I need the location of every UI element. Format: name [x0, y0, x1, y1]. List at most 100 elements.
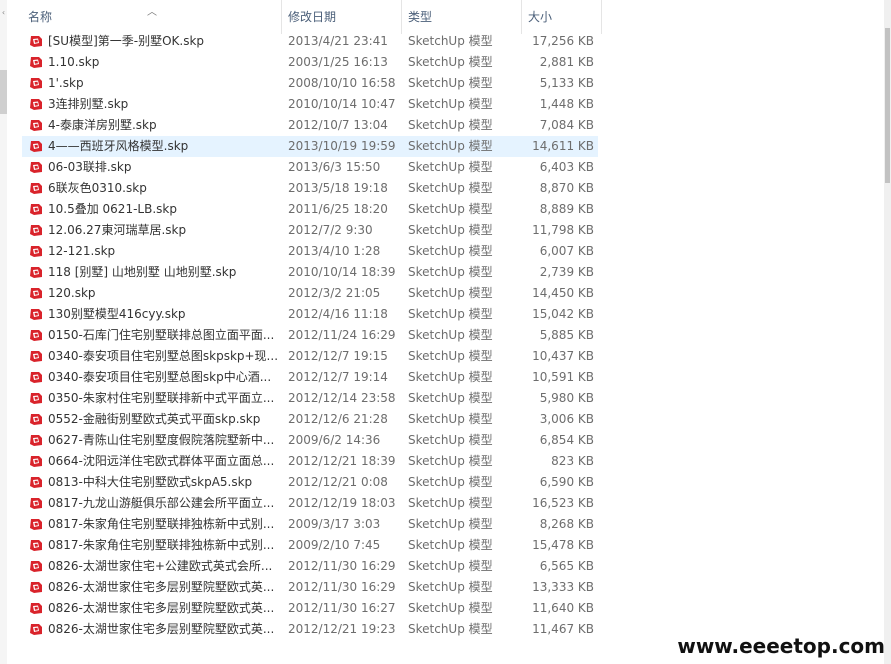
file-name[interactable]: 0340-泰安项目住宅别墅总图skpskp+现...: [48, 346, 280, 367]
file-type: SketchUp 模型: [408, 223, 493, 237]
file-row[interactable]: 0817-朱家角住宅别墅联排独栋新中式别... 2009/2/10 7:45 Ske…: [22, 535, 598, 556]
file-name[interactable]: 0826-太湖世家住宅多层别墅院墅欧式英...: [48, 619, 280, 640]
file-date: 2012/3/2 21:05: [288, 286, 381, 300]
file-row[interactable]: 0552-金融街别墅欧式英式平面skp.skp 2012/12/6 21:28 Sk…: [22, 409, 598, 430]
file-date: 2013/5/18 19:18: [288, 181, 388, 195]
file-name[interactable]: 0817-朱家角住宅别墅联排独栋新中式别...: [48, 535, 280, 556]
file-type: SketchUp 模型: [408, 328, 493, 342]
file-name[interactable]: 4——西班牙风格模型.skp: [48, 136, 280, 157]
file-name[interactable]: 118 [别墅] 山地别墅 山地别墅.skp: [48, 262, 280, 283]
file-name[interactable]: 0664-沈阳远洋住宅欧式群体平面立面总...: [48, 451, 280, 472]
file-name[interactable]: 4-泰康洋房别墅.skp: [48, 115, 280, 136]
sketchup-file-icon: [30, 393, 42, 404]
chevron-left-icon[interactable]: ‹: [0, 8, 7, 18]
file-name[interactable]: 0826-太湖世家住宅多层别墅院墅欧式英...: [48, 598, 280, 619]
file-row[interactable]: 0340-泰安项目住宅别墅总图skpskp+现... 2012/12/7 19:1…: [22, 346, 598, 367]
file-name[interactable]: 0817-朱家角住宅别墅联排独栋新中式别...: [48, 514, 280, 535]
file-size: 10,591 KB: [532, 370, 594, 384]
sketchup-file-icon: [30, 225, 42, 236]
sketchup-file-icon: [30, 603, 42, 614]
file-name[interactable]: 1'.skp: [48, 73, 280, 94]
file-size: 8,870 KB: [539, 181, 594, 195]
file-date: 2012/12/6 21:28: [288, 412, 388, 426]
file-row[interactable]: 130别墅模型416cyy.skp 2012/4/16 11:18 SketchUp…: [22, 304, 598, 325]
file-size: 5,133 KB: [539, 76, 594, 90]
file-row[interactable]: 0826-太湖世家住宅多层别墅院墅欧式英... 2012/11/30 16:29 S…: [22, 577, 598, 598]
file-type: SketchUp 模型: [408, 286, 493, 300]
file-type: SketchUp 模型: [408, 412, 493, 426]
file-row[interactable]: [SU模型]第一季-别墅OK.skp 2013/4/21 23:41 SketchU…: [22, 31, 598, 52]
file-icon-cell: [28, 220, 44, 241]
file-name[interactable]: 3连排别墅.skp: [48, 94, 280, 115]
chevron-up-icon: ︿: [147, 7, 157, 18]
file-row[interactable]: 1.10.skp 2003/1/25 16:13 SketchUp 模型 2,881 …: [22, 52, 598, 73]
file-name[interactable]: 0826-太湖世家住宅多层别墅院墅欧式英...: [48, 577, 280, 598]
file-type: SketchUp 模型: [408, 97, 493, 111]
file-name[interactable]: 12-121.skp: [48, 241, 280, 262]
left-scrollbar[interactable]: ‹: [0, 0, 7, 664]
file-row[interactable]: 0817-朱家角住宅别墅联排独栋新中式别... 2009/3/17 3:03 Ske…: [22, 514, 598, 535]
file-name[interactable]: 0150-石库门住宅别墅联排总图立面平面...: [48, 325, 280, 346]
file-icon-cell: [28, 94, 44, 115]
file-row[interactable]: 0826-太湖世家住宅多层别墅院墅欧式英... 2012/11/30 16:27 S…: [22, 598, 598, 619]
file-name[interactable]: 12.06.27東河瑞草居.skp: [48, 220, 280, 241]
file-size: 11,640 KB: [532, 601, 594, 615]
file-date: 2012/12/7 19:14: [288, 370, 388, 384]
file-name[interactable]: 130别墅模型416cyy.skp: [48, 304, 280, 325]
scrollbar-thumb[interactable]: [885, 28, 890, 183]
file-date: 2008/10/10 16:58: [288, 76, 396, 90]
file-row[interactable]: 0813-中科大住宅别墅欧式skpA5.skp 2012/12/21 0:08 Sk…: [22, 472, 598, 493]
file-row[interactable]: 0664-沈阳远洋住宅欧式群体平面立面总... 2012/12/21 18:39 S…: [22, 451, 598, 472]
file-row[interactable]: 06-03联排.skp 2013/6/3 15:50 SketchUp 模型 6,40…: [22, 157, 598, 178]
file-row[interactable]: 0350-朱家村住宅别墅联排新中式平面立... 2012/12/14 23:58 S…: [22, 388, 598, 409]
column-header-date[interactable]: 修改日期: [282, 0, 402, 34]
file-name[interactable]: 0340-泰安项目住宅别墅总图skp中心酒...: [48, 367, 280, 388]
file-row[interactable]: 3连排别墅.skp 2010/10/14 10:47 SketchUp 模型 1,44…: [22, 94, 598, 115]
file-row[interactable]: 0627-青陈山住宅别墅度假院落院墅新中... 2009/6/2 14:36 Ske…: [22, 430, 598, 451]
file-size: 6,007 KB: [539, 244, 594, 258]
file-row[interactable]: 12.06.27東河瑞草居.skp 2012/7/2 9:30 SketchUp 模…: [22, 220, 598, 241]
file-name[interactable]: 0817-九龙山游艇俱乐部公建会所平面立...: [48, 493, 280, 514]
file-name[interactable]: 0627-青陈山住宅别墅度假院落院墅新中...: [48, 430, 280, 451]
sketchup-file-icon: [30, 120, 42, 131]
file-name[interactable]: 10.5叠加 0621-LB.skp: [48, 199, 280, 220]
file-row[interactable]: 118 [别墅] 山地别墅 山地别墅.skp 2010/10/14 18:39 Sk…: [22, 262, 598, 283]
file-row[interactable]: 4——西班牙风格模型.skp 2013/10/19 19:59 SketchUp 模…: [22, 136, 598, 157]
file-name[interactable]: 0350-朱家村住宅别墅联排新中式平面立...: [48, 388, 280, 409]
sketchup-file-icon: [30, 78, 42, 89]
file-name[interactable]: 06-03联排.skp: [48, 157, 280, 178]
file-row[interactable]: 6联灰色0310.skp 2013/5/18 19:18 SketchUp 模型 8,…: [22, 178, 598, 199]
sketchup-file-icon: [30, 246, 42, 257]
file-name[interactable]: 6联灰色0310.skp: [48, 178, 280, 199]
file-icon-cell: [28, 388, 44, 409]
file-size: 5,980 KB: [539, 391, 594, 405]
file-type: SketchUp 模型: [408, 496, 493, 510]
file-type: SketchUp 模型: [408, 601, 493, 615]
file-size: 6,590 KB: [539, 475, 594, 489]
file-row[interactable]: 12-121.skp 2013/4/10 1:28 SketchUp 模型 6,007…: [22, 241, 598, 262]
file-icon-cell: [28, 367, 44, 388]
file-icon-cell: [28, 262, 44, 283]
vertical-scrollbar[interactable]: [884, 0, 891, 664]
file-name[interactable]: 1.10.skp: [48, 52, 280, 73]
file-name[interactable]: [SU模型]第一季-别墅OK.skp: [48, 31, 280, 52]
file-row[interactable]: 0340-泰安项目住宅别墅总图skp中心酒... 2012/12/7 19:14 S…: [22, 367, 598, 388]
file-row[interactable]: 120.skp 2012/3/2 21:05 SketchUp 模型 14,450 K…: [22, 283, 598, 304]
scrollbar-thumb[interactable]: [0, 70, 7, 114]
file-size: 1,448 KB: [539, 97, 594, 111]
file-row[interactable]: 0826-太湖世家住宅多层别墅院墅欧式英... 2012/12/21 19:23 S…: [22, 619, 598, 640]
file-name[interactable]: 120.skp: [48, 283, 280, 304]
file-name[interactable]: 0826-太湖世家住宅+公建欧式英式会所...: [48, 556, 280, 577]
file-row[interactable]: 0150-石库门住宅别墅联排总图立面平面... 2012/11/24 16:29 S…: [22, 325, 598, 346]
file-row[interactable]: 0817-九龙山游艇俱乐部公建会所平面立... 2012/12/19 18:03 S…: [22, 493, 598, 514]
file-name[interactable]: 0813-中科大住宅别墅欧式skpA5.skp: [48, 472, 280, 493]
column-header-type[interactable]: 类型: [402, 0, 522, 34]
file-row[interactable]: 1'.skp 2008/10/10 16:58 SketchUp 模型 5,133 K…: [22, 73, 598, 94]
file-row[interactable]: 10.5叠加 0621-LB.skp 2011/6/25 18:20 SketchU…: [22, 199, 598, 220]
file-size: 5,885 KB: [539, 328, 594, 342]
file-row[interactable]: 0826-太湖世家住宅+公建欧式英式会所... 2012/11/30 16:29 S…: [22, 556, 598, 577]
column-header-size[interactable]: 大小: [522, 0, 602, 34]
column-header-name[interactable]: 名称 ︿: [22, 0, 282, 34]
file-row[interactable]: 4-泰康洋房别墅.skp 2012/10/7 13:04 SketchUp 模型 7,…: [22, 115, 598, 136]
file-name[interactable]: 0552-金融街别墅欧式英式平面skp.skp: [48, 409, 280, 430]
